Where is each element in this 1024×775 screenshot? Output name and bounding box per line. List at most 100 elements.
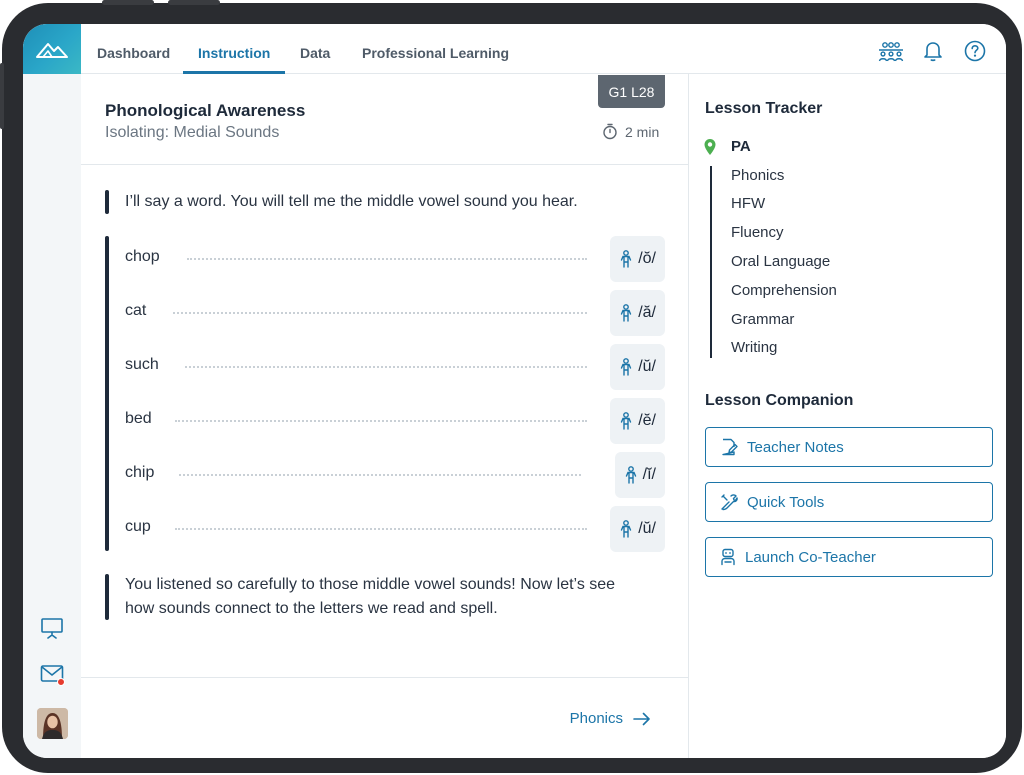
hardware-button — [0, 63, 4, 129]
lesson-tracker-heading: Lesson Tracker — [705, 100, 823, 117]
bell-icon — [924, 42, 942, 62]
list-item: cup /ŭ/ — [125, 506, 665, 552]
dotted-leader — [185, 366, 587, 368]
tracker-item-current[interactable]: PA — [731, 138, 751, 155]
mail-icon[interactable] — [38, 660, 66, 688]
next-section-link[interactable]: Phonics — [570, 710, 651, 727]
lesson-footer: Phonics — [81, 677, 688, 758]
next-section-label: Phonics — [569, 710, 623, 727]
sound-text: /ŭ/ — [638, 520, 656, 537]
sound-text: /ĕ/ — [638, 412, 656, 429]
sound-chip[interactable]: /ŏ/ — [610, 236, 665, 282]
list-item: bed /ĕ/ — [125, 398, 665, 444]
dotted-leader — [175, 420, 587, 422]
closing-bar — [105, 574, 109, 620]
lesson-subtitle: Isolating: Medial Sounds — [105, 124, 280, 141]
location-pin-icon — [704, 139, 716, 155]
duration-text: 2 min — [625, 123, 660, 140]
word-text: such — [125, 356, 159, 373]
student-icon — [625, 466, 636, 484]
sound-text: /ŏ/ — [638, 250, 656, 267]
teacher-notes-button[interactable]: Teacher Notes — [705, 427, 993, 467]
app-logo[interactable] — [23, 24, 81, 74]
arrow-right-icon — [633, 712, 650, 725]
tracker-item-grammar[interactable]: Grammar — [731, 311, 794, 328]
word-text: chop — [125, 248, 160, 265]
sound-chip[interactable]: /ŭ/ — [610, 344, 665, 390]
sound-text: /ŭ/ — [638, 358, 656, 375]
student-icon — [621, 250, 632, 268]
quick-tools-button[interactable]: Quick Tools — [705, 482, 993, 522]
top-navigation: Dashboard Instruction Data Professional … — [81, 24, 1006, 74]
launch-co-teacher-label: Launch Co-Teacher — [745, 548, 876, 566]
tracker-item-phonics[interactable]: Phonics — [731, 167, 784, 184]
list-item: cat /ă/ — [125, 290, 665, 336]
user-photo-icon — [37, 708, 68, 739]
tracker-item-oral-language[interactable]: Oral Language — [731, 253, 830, 270]
notes-edit-icon — [722, 438, 738, 456]
student-icon — [621, 412, 632, 430]
left-rail — [23, 24, 81, 758]
teacher-notes-label: Teacher Notes — [747, 438, 844, 456]
tab-dashboard[interactable]: Dashboard — [97, 24, 170, 74]
list-item: such /ŭ/ — [125, 344, 665, 390]
word-list-bar — [105, 236, 109, 551]
closing-prompt-line-2: how sounds connect to the letters we rea… — [125, 600, 498, 617]
sound-text: /ă/ — [638, 304, 656, 321]
classroom-icon[interactable] — [878, 38, 904, 64]
help-icon[interactable] — [962, 38, 988, 64]
lesson-code-badge: G1 L28 — [598, 75, 665, 108]
tracker-item-hfw[interactable]: HFW — [731, 195, 765, 212]
quick-tools-label: Quick Tools — [747, 493, 825, 511]
presentation-board-icon — [41, 618, 63, 639]
co-teacher-icon — [721, 548, 735, 566]
tracker-line — [710, 166, 712, 358]
list-item: chip /ĭ/ — [125, 452, 665, 498]
tools-icon — [721, 494, 738, 511]
mountain-logo-icon — [36, 43, 68, 58]
tab-professional-learning[interactable]: Professional Learning — [362, 24, 509, 74]
intro-prompt: I’ll say a word. You will tell me the mi… — [125, 193, 578, 210]
user-avatar[interactable] — [37, 708, 68, 739]
sound-text: /ĭ/ — [642, 466, 656, 483]
dotted-leader — [175, 528, 587, 530]
tracker-item-writing[interactable]: Writing — [731, 339, 777, 356]
group-people-icon — [878, 42, 904, 62]
question-mark-icon — [964, 40, 986, 62]
tab-instruction[interactable]: Instruction — [198, 24, 270, 74]
screen: Dashboard Instruction Data Professional … — [23, 24, 1006, 758]
word-text: chip — [125, 464, 155, 481]
lesson-companion-heading: Lesson Companion — [705, 392, 854, 409]
hardware-button — [168, 0, 220, 5]
dotted-leader — [173, 312, 587, 314]
word-text: cup — [125, 518, 151, 535]
sound-chip[interactable]: /ĕ/ — [610, 398, 665, 444]
tab-data[interactable]: Data — [300, 24, 330, 74]
student-icon — [621, 520, 632, 538]
tracker-item-fluency[interactable]: Fluency — [731, 224, 784, 241]
lesson-title: Phonological Awareness — [105, 101, 306, 120]
closing-prompt-line-1: You listened so carefully to those middl… — [125, 576, 616, 593]
hardware-button — [102, 0, 154, 5]
sound-chip[interactable]: /ŭ/ — [610, 506, 665, 552]
presentation-icon[interactable] — [38, 614, 66, 642]
lesson-duration: 2 min — [602, 123, 659, 140]
launch-co-teacher-button[interactable]: Launch Co-Teacher — [705, 537, 993, 577]
dotted-leader — [187, 258, 587, 260]
student-icon — [621, 358, 632, 376]
list-item: chop /ŏ/ — [125, 236, 665, 282]
word-text: bed — [125, 410, 152, 427]
side-panel: Lesson Tracker PA Phonics HFW Fluency Or… — [688, 74, 1006, 758]
tracker-item-comprehension[interactable]: Comprehension — [731, 282, 837, 299]
word-text: cat — [125, 302, 147, 319]
lesson-content: Phonological Awareness Isolating: Medial… — [81, 74, 688, 758]
stopwatch-icon — [603, 123, 617, 140]
sound-chip[interactable]: /ĭ/ — [614, 452, 665, 498]
notifications-icon[interactable] — [920, 38, 946, 64]
dotted-leader — [179, 474, 581, 476]
sound-chip[interactable]: /ă/ — [610, 290, 665, 336]
lesson-header: Phonological Awareness Isolating: Medial… — [81, 74, 688, 165]
notification-dot — [57, 678, 65, 686]
intro-bar — [105, 190, 109, 214]
student-icon — [621, 304, 632, 322]
